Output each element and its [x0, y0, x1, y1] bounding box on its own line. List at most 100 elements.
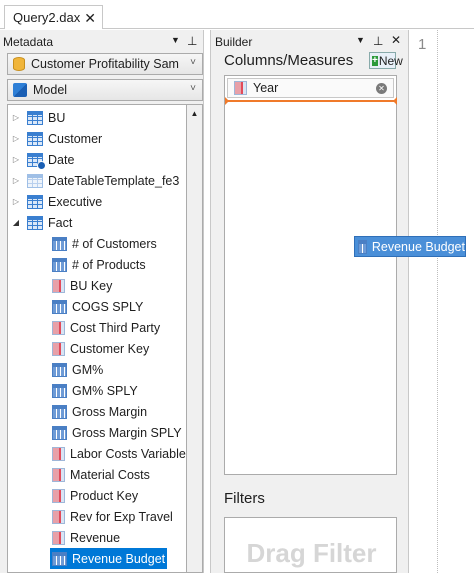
calendar-badge-icon — [37, 160, 46, 170]
tree-field[interactable]: BU Key — [52, 275, 112, 296]
metadata-title: Metadata — [3, 35, 54, 49]
tree-table-date[interactable]: ▷ Date — [11, 149, 74, 170]
scroll-up-arrow-icon[interactable]: ▲ — [187, 105, 202, 122]
field-label: GM% SPLY — [72, 383, 138, 398]
column-icon — [234, 81, 247, 95]
table-icon — [27, 110, 43, 125]
tree-field[interactable]: Gross Margin — [52, 401, 147, 422]
measure-icon — [358, 239, 367, 254]
measure-icon — [52, 362, 67, 377]
expand-arrow-icon[interactable]: ▷ — [11, 155, 21, 164]
builder-pane: Builder ▼ ⊥ ✕ Columns/Measures + New Yea… — [210, 30, 409, 573]
tree-field[interactable]: # of Customers — [52, 233, 157, 254]
table-label: BU — [48, 110, 66, 125]
drag-ghost: Revenue Budget — [354, 236, 466, 257]
measure-icon — [52, 299, 67, 314]
table-label: DateTableTemplate_fe3 — [48, 173, 180, 188]
column-icon — [52, 488, 65, 503]
table-icon — [27, 215, 43, 230]
document-tab-strip: Query2.dax ✕ — [0, 0, 474, 29]
tree-field[interactable]: # of Products — [52, 254, 146, 275]
measure-icon — [52, 383, 67, 398]
close-pane-icon[interactable]: ✕ — [391, 33, 401, 47]
table-label: Fact — [48, 215, 73, 230]
measure-icon — [52, 257, 67, 272]
query-editor[interactable]: 1 — [410, 30, 474, 573]
expand-arrow-icon[interactable]: ▷ — [11, 113, 21, 122]
tree-field[interactable]: Customer Key — [52, 338, 149, 359]
filters-drop-area[interactable]: Drag Filter — [224, 517, 397, 573]
database-icon — [13, 57, 25, 71]
tree-field[interactable]: COGS SPLY — [52, 296, 143, 317]
measure-icon — [52, 425, 67, 440]
pin-icon[interactable]: ⊥ — [187, 34, 197, 48]
expand-arrow-icon[interactable]: ▷ — [11, 197, 21, 206]
tree-table-fact[interactable]: ◢ Fact — [11, 212, 72, 233]
database-name: Customer Profitability Sam — [31, 57, 179, 71]
drag-ghost-label: Revenue Budget — [371, 239, 465, 254]
hidden-table-icon — [27, 173, 43, 188]
database-selector[interactable]: Customer Profitability Sam ˅ — [7, 53, 203, 75]
tree-field[interactable]: Cost Third Party — [52, 317, 160, 338]
field-label: Labor Costs Variable — [70, 446, 186, 461]
pane-menu-icon[interactable]: ▼ — [356, 35, 365, 45]
table-label: Customer — [48, 131, 103, 146]
pin-icon[interactable]: ⊥ — [373, 34, 383, 48]
expand-arrow-icon[interactable]: ▷ — [11, 134, 21, 143]
tree-field[interactable]: GM% — [52, 359, 103, 380]
query-tab[interactable]: Query2.dax ✕ — [4, 5, 103, 29]
line-number: 1 — [418, 36, 427, 53]
field-label: Rev for Exp Travel — [70, 509, 173, 524]
field-label: GM% — [72, 362, 104, 377]
tree-field[interactable]: Gross Margin SPLY — [52, 422, 182, 443]
field-label: # of Customers — [72, 236, 157, 251]
tree-table-bu[interactable]: ▷ BU — [11, 107, 65, 128]
remove-item-icon[interactable]: ✕ — [376, 83, 387, 94]
plus-icon: + — [372, 54, 378, 66]
tree-scrollbar[interactable]: ▲ — [187, 104, 203, 573]
columns-drop-area[interactable]: Year ✕ — [224, 75, 397, 475]
model-name: Model — [33, 83, 68, 97]
column-icon — [52, 320, 65, 335]
column-icon — [52, 341, 65, 356]
measure-icon — [52, 236, 67, 251]
column-icon — [52, 467, 65, 482]
field-label: Gross Margin SPLY — [72, 425, 182, 440]
measure-icon — [52, 404, 67, 419]
tree-field[interactable]: GM% SPLY — [52, 380, 138, 401]
field-label: # of Products — [72, 257, 146, 272]
tree-field[interactable]: Material Costs — [52, 464, 150, 485]
metadata-pane: Metadata ▼ ⊥ Customer Profitability Sam … — [0, 30, 204, 573]
tree-field[interactable]: Revenue — [52, 527, 120, 548]
table-icon — [27, 194, 43, 209]
new-measure-button[interactable]: + New — [369, 52, 403, 69]
collapse-arrow-icon[interactable]: ◢ — [11, 218, 21, 227]
table-icon — [27, 131, 43, 146]
field-label: BU Key — [70, 278, 113, 293]
tree-field-selected[interactable]: Revenue Budget — [50, 548, 168, 569]
tree-field[interactable]: Product Key — [52, 485, 138, 506]
field-label: Cost Third Party — [70, 320, 161, 335]
tree-table-executive[interactable]: ▷ Executive — [11, 191, 102, 212]
table-label: Executive — [48, 194, 103, 209]
metadata-tree[interactable]: ▷ BU ▷ Customer ▷ Date ▷ DateTableTempla… — [7, 104, 187, 573]
measure-icon — [52, 551, 67, 566]
field-label: Revenue Budget — [72, 551, 166, 566]
column-icon — [52, 446, 65, 461]
column-item-label: Year — [253, 81, 279, 95]
drag-filter-placeholder: Drag Filter — [246, 538, 377, 568]
field-label: Revenue — [70, 530, 121, 545]
pane-menu-icon[interactable]: ▼ — [171, 35, 180, 45]
expand-arrow-icon[interactable]: ▷ — [11, 176, 21, 185]
tree-field[interactable]: Labor Costs Variable — [52, 443, 186, 464]
field-label: COGS SPLY — [72, 299, 144, 314]
column-item-year[interactable]: Year ✕ — [227, 78, 394, 98]
tree-table-datetabletemplate[interactable]: ▷ DateTableTemplate_fe3 — [11, 170, 179, 191]
tree-table-customer[interactable]: ▷ Customer — [11, 128, 102, 149]
column-icon — [52, 278, 65, 293]
close-tab-icon[interactable]: ✕ — [84, 11, 96, 25]
model-selector[interactable]: Model ˅ — [7, 79, 203, 101]
field-label: Customer Key — [70, 341, 150, 356]
query-tab-label: Query2.dax — [13, 10, 81, 25]
tree-field[interactable]: Rev for Exp Travel — [52, 506, 173, 527]
